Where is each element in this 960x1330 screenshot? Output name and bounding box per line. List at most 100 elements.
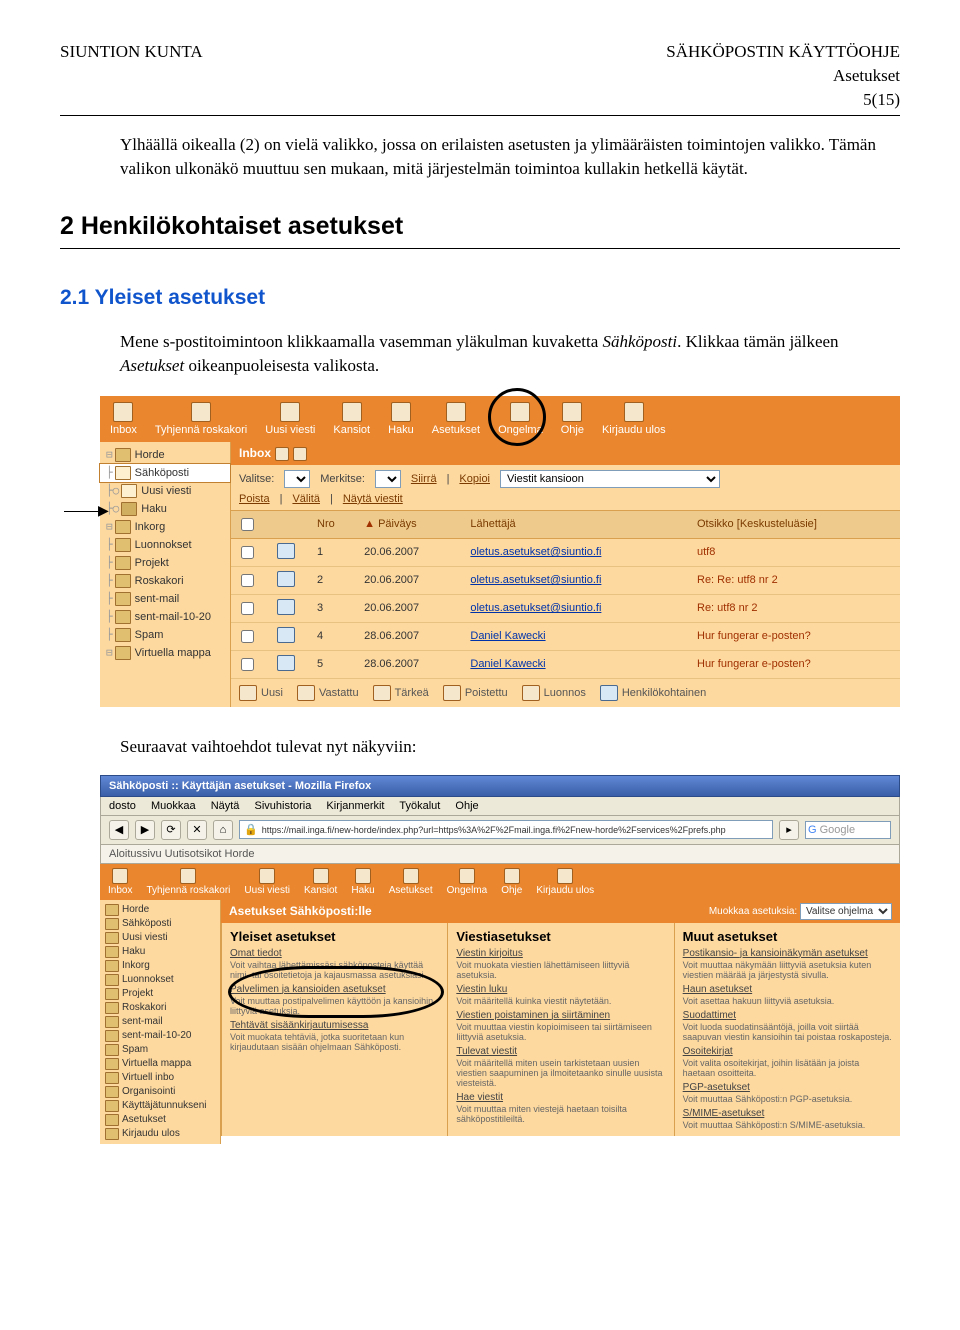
table-row[interactable]: 320.06.2007oletus.asetukset@siuntio.fiRe… [231, 594, 900, 622]
search-icon[interactable] [293, 447, 307, 461]
menu-tools[interactable]: Työkalut [399, 800, 440, 812]
select-program[interactable]: Valitse ohjelma [800, 903, 892, 920]
url-bar[interactable]: 🔒https://mail.inga.fi/new-horde/index.ph… [239, 820, 773, 839]
sb-horde[interactable]: ⊟Horde [100, 446, 230, 464]
settings-link[interactable]: Tulevat viestit [456, 1046, 665, 1057]
tb-new-msg[interactable]: Uusi viesti [265, 402, 315, 436]
sb-mail[interactable]: ├Sähköposti [100, 464, 230, 482]
tb2-help[interactable]: Ohje [501, 868, 522, 896]
select-merkitse[interactable] [375, 470, 401, 488]
tb2-new[interactable]: Uusi viesti [244, 868, 290, 896]
settings-link[interactable]: Viestin luku [456, 984, 665, 995]
sb2-item[interactable]: Sähköposti [100, 917, 220, 931]
sb2-item[interactable]: Asetukset [100, 1113, 220, 1127]
tb2-problem[interactable]: Ongelma [447, 868, 488, 896]
sb2-item[interactable]: Organisointi [100, 1085, 220, 1099]
table-row[interactable]: 220.06.2007oletus.asetukset@siuntio.fiRe… [231, 566, 900, 594]
col-subject[interactable]: Otsikko [Keskusteluäsie] [691, 510, 900, 538]
tb-settings[interactable]: Asetukset [432, 402, 480, 436]
sb-new[interactable]: ├○Uusi viesti [100, 482, 230, 500]
tb2-inbox[interactable]: Inbox [108, 868, 132, 896]
tb2-search[interactable]: Haku [351, 868, 374, 896]
tb-problem[interactable]: Ongelma [498, 402, 543, 436]
sb2-item[interactable]: Uusi viesti [100, 931, 220, 945]
tb-empty-trash[interactable]: Tyhjennä roskakori [155, 402, 247, 436]
back-button[interactable]: ◀ [109, 820, 129, 840]
tb2-logout[interactable]: Kirjaudu ulos [536, 868, 594, 896]
sb2-item[interactable]: Horde [100, 903, 220, 917]
search-box[interactable]: G Google [805, 821, 891, 839]
col-nro[interactable]: Nro [311, 510, 358, 538]
copy-link[interactable]: Kopioi [459, 473, 490, 485]
menu-file[interactable]: dosto [109, 800, 136, 812]
settings-link[interactable]: S/MIME-asetukset [683, 1108, 892, 1119]
sb2-item[interactable]: Projekt [100, 987, 220, 1001]
sb2-item[interactable]: Haku [100, 945, 220, 959]
tb-logout[interactable]: Kirjaudu ulos [602, 402, 666, 436]
refresh-icon[interactable] [275, 447, 289, 461]
trash-icon [191, 402, 211, 422]
sb2-item[interactable]: Luonnokset [100, 973, 220, 987]
sb-spam[interactable]: ├Spam [100, 626, 230, 644]
show-link[interactable]: Näytä viestit [343, 493, 403, 505]
sb2-item[interactable]: Roskakori [100, 1001, 220, 1015]
tb-help[interactable]: Ohje [561, 402, 584, 436]
tb-folders[interactable]: Kansiot [333, 402, 370, 436]
forward-link[interactable]: Välitä [292, 493, 320, 505]
col-checkbox[interactable] [231, 510, 271, 538]
sb-inbox[interactable]: ⊟Inkorg [100, 518, 230, 536]
settings-link[interactable]: Haun asetukset [683, 984, 892, 995]
settings-link[interactable]: Hae viestit [456, 1092, 665, 1103]
sb-drafts[interactable]: ├Luonnokset [100, 536, 230, 554]
sb2-item[interactable]: Virtuell inbo [100, 1071, 220, 1085]
settings-link[interactable]: Palvelimen ja kansioiden asetukset [230, 984, 439, 995]
delete-link[interactable]: Poista [239, 493, 270, 505]
select-folder[interactable]: Viestit kansioon [500, 470, 720, 488]
sb-virtual[interactable]: ⊟Virtuella mappa [100, 644, 230, 662]
sb2-item[interactable]: Virtuella mappa [100, 1057, 220, 1071]
settings-link[interactable]: Postikansio- ja kansioinäkymän asetukset [683, 948, 892, 959]
table-row[interactable]: 528.06.2007Daniel KaweckiHur fungerar e-… [231, 650, 900, 678]
table-row[interactable]: 428.06.2007Daniel KaweckiHur fungerar e-… [231, 622, 900, 650]
tb-inbox[interactable]: Inbox [110, 402, 137, 436]
col-sender[interactable]: Lähettäjä [464, 510, 691, 538]
sb-sent2[interactable]: ├sent-mail-10-20 [100, 608, 230, 626]
move-link[interactable]: Siirrä [411, 473, 437, 485]
replied-icon [297, 685, 315, 701]
sb2-item[interactable]: sent-mail-10-20 [100, 1029, 220, 1043]
col-date[interactable]: ▲ Päiväys [358, 510, 464, 538]
sb2-item[interactable]: Spam [100, 1043, 220, 1057]
settings-link[interactable]: Osoitekirjat [683, 1046, 892, 1057]
menu-help[interactable]: Ohje [455, 800, 478, 812]
home-button[interactable]: ⌂ [213, 820, 233, 840]
menu-view[interactable]: Näytä [211, 800, 240, 812]
menu-edit[interactable]: Muokkaa [151, 800, 196, 812]
settings-link[interactable]: Viestin kirjoitus [456, 948, 665, 959]
go-button[interactable]: ▸ [779, 820, 799, 840]
settings-link[interactable]: Tehtävät sisäänkirjautumisessa [230, 1020, 439, 1031]
sb2-item[interactable]: sent-mail [100, 1015, 220, 1029]
forward-button[interactable]: ▶ [135, 820, 155, 840]
menu-bookmarks[interactable]: Kirjanmerkit [326, 800, 384, 812]
settings-link[interactable]: Viestien poistaminen ja siirtäminen [456, 1010, 665, 1021]
alert-icon [459, 868, 475, 884]
select-valitse[interactable] [284, 470, 310, 488]
sb-projekt[interactable]: ├Projekt [100, 554, 230, 572]
stop-button[interactable]: ✕ [187, 820, 207, 840]
sb2-item[interactable]: Inkorg [100, 959, 220, 973]
tb-search[interactable]: Haku [388, 402, 414, 436]
sb2-item[interactable]: Kirjaudu ulos [100, 1127, 220, 1141]
tb2-trash[interactable]: Tyhjennä roskakori [146, 868, 230, 896]
table-row[interactable]: 120.06.2007oletus.asetukset@siuntio.fiut… [231, 538, 900, 566]
sb-sent[interactable]: ├sent-mail [100, 590, 230, 608]
sb-trash[interactable]: ├Roskakori [100, 572, 230, 590]
tb2-folders[interactable]: Kansiot [304, 868, 337, 896]
sb2-item[interactable]: Käyttäjätunnukseni [100, 1099, 220, 1113]
sb-search[interactable]: ├○Haku [100, 500, 230, 518]
reload-button[interactable]: ⟳ [161, 820, 181, 840]
menu-history[interactable]: Sivuhistoria [255, 800, 312, 812]
settings-link[interactable]: Suodattimet [683, 1010, 892, 1021]
settings-link[interactable]: Omat tiedot [230, 948, 439, 959]
settings-link[interactable]: PGP-asetukset [683, 1082, 892, 1093]
tb2-settings[interactable]: Asetukset [389, 868, 433, 896]
